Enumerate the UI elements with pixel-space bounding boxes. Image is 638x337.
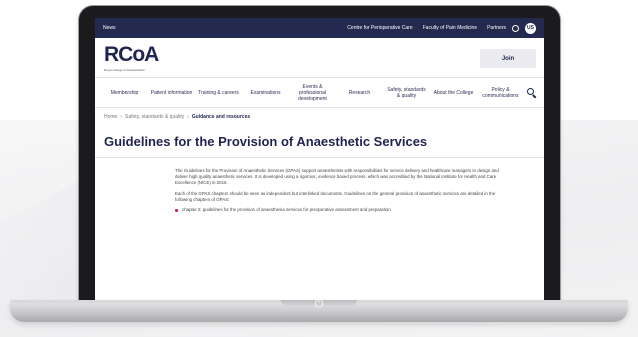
nav-item-policy[interactable]: Policy & communications bbox=[477, 87, 524, 99]
page-title-section: Guidelines for the Provision of Anaesthe… bbox=[95, 125, 544, 158]
rcoa-logo[interactable]: RCoA bbox=[104, 44, 159, 66]
breadcrumb-safety[interactable]: Safety, standards & quality bbox=[125, 114, 184, 120]
site-header: RCoA Royal College of Anaesthetists Join bbox=[95, 38, 544, 78]
nav-item-events[interactable]: Events & professional development bbox=[289, 84, 336, 102]
nav-item-about[interactable]: About the College bbox=[430, 90, 477, 96]
site-top-bar: News Centre for Perioperative Care Facul… bbox=[95, 18, 544, 38]
nav-item-training-careers[interactable]: Training & careers bbox=[195, 90, 242, 96]
top-link-cpoc[interactable]: Centre for Perioperative Care bbox=[347, 25, 412, 31]
laptop-screen: News Centre for Perioperative Care Facul… bbox=[95, 18, 544, 302]
nav-item-patient-information[interactable]: Patient information bbox=[148, 90, 195, 96]
search-icon-handle bbox=[531, 94, 536, 99]
nav-item-research[interactable]: Research bbox=[336, 90, 383, 96]
search-icon bbox=[526, 88, 536, 99]
main-nav: Membership Patient information Training … bbox=[95, 78, 544, 108]
breadcrumb-home[interactable]: Home bbox=[104, 114, 117, 120]
chapters-paragraph: Each of the GPAS chapters should be seen… bbox=[175, 190, 496, 202]
nav-search-button[interactable] bbox=[524, 88, 538, 99]
list-item-text: chapter 2: guidelines for the provision … bbox=[182, 207, 391, 213]
join-button[interactable]: Join bbox=[480, 49, 536, 68]
bullet-dot bbox=[175, 209, 178, 212]
user-avatar-icon[interactable]: US bbox=[525, 22, 536, 34]
logo-subtitle: Royal College of Anaesthetists bbox=[104, 68, 145, 72]
breadcrumb-separator: › bbox=[187, 113, 189, 120]
page-title: Guidelines for the Provision of Anaesthe… bbox=[104, 133, 428, 149]
laptop-lid: News Centre for Perioperative Care Facul… bbox=[79, 6, 560, 302]
top-link-partners[interactable]: Partners bbox=[487, 25, 506, 31]
breadcrumb-separator: › bbox=[120, 113, 123, 120]
breadcrumb: Home › Safety, standards & quality › Gui… bbox=[95, 108, 544, 125]
nav-item-safety[interactable]: Safety, standards & quality bbox=[383, 87, 430, 99]
top-link-fpm[interactable]: Faculty of Pain Medicine bbox=[423, 25, 477, 31]
top-search-icon[interactable] bbox=[512, 24, 519, 32]
nav-item-examinations[interactable]: Examinations bbox=[242, 90, 289, 96]
top-link-news[interactable]: News bbox=[103, 25, 116, 31]
power-icon: ⏻ bbox=[314, 298, 324, 310]
page-content: The Guidelines for the Provision of Anae… bbox=[95, 158, 544, 213]
intro-paragraph: The Guidelines for the Provision of Anae… bbox=[175, 168, 499, 186]
breadcrumb-current: Guidance and resources bbox=[191, 113, 251, 120]
nav-item-membership[interactable]: Membership bbox=[101, 90, 148, 96]
list-item[interactable]: chapter 2: guidelines for the provision … bbox=[175, 207, 512, 213]
